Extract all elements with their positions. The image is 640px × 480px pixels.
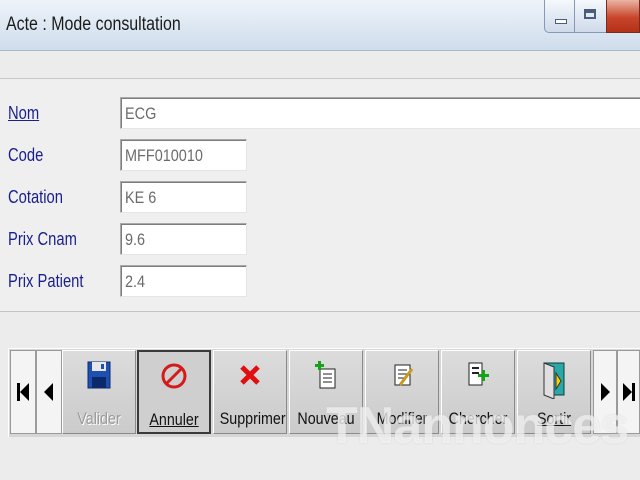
top-panel: [0, 51, 640, 79]
last-record-icon-bar: [632, 383, 635, 401]
prix-cnam-label: Prix Cnam: [8, 229, 77, 249]
minimize-button[interactable]: [544, 0, 575, 33]
cotation-field[interactable]: KE 6: [120, 181, 247, 213]
cancel-circle-icon: [161, 363, 187, 389]
valider-label: Valider: [77, 409, 121, 428]
prix-cnam-field[interactable]: 9.6: [120, 223, 247, 255]
supprimer-label: Supprimer: [219, 409, 286, 428]
prix-patient-label: Prix Patient: [8, 271, 84, 291]
supprimer-button[interactable]: Supprimer: [213, 350, 287, 434]
window-title: Acte : Mode consultation: [6, 14, 181, 35]
first-record-icon: [20, 383, 29, 401]
first-record-button[interactable]: [10, 350, 36, 434]
valider-button[interactable]: Valider: [62, 350, 136, 434]
new-document-icon: [315, 361, 336, 389]
close-button[interactable]: [606, 0, 640, 33]
code-label: Code: [8, 145, 44, 165]
floppy-disk-icon: [87, 361, 111, 389]
prix-patient-field[interactable]: 2.4: [120, 265, 247, 297]
minimize-icon: [555, 19, 567, 24]
cotation-label: Cotation: [8, 187, 63, 207]
exit-door-icon: [543, 362, 565, 399]
maximize-icon: [584, 9, 596, 19]
search-list-icon: [468, 362, 489, 386]
annuler-label: Annuler: [149, 410, 199, 429]
previous-record-button[interactable]: [36, 350, 62, 434]
red-x-icon: [240, 365, 260, 385]
nom-label: Nom: [8, 103, 40, 123]
watermark: TNannonces: [326, 397, 629, 455]
edit-document-icon: [394, 364, 414, 386]
annuler-button[interactable]: Annuler: [137, 350, 211, 434]
maximize-button[interactable]: [575, 0, 606, 33]
window-title-bar[interactable]: Acte : Mode consultation: [0, 0, 640, 51]
acte-form: Nom ECG Code MFF010010 Cotation KE 6 Pri…: [0, 79, 640, 312]
previous-record-icon: [44, 383, 53, 401]
code-field[interactable]: MFF010010: [120, 139, 247, 171]
nom-field[interactable]: ECG: [120, 97, 640, 129]
